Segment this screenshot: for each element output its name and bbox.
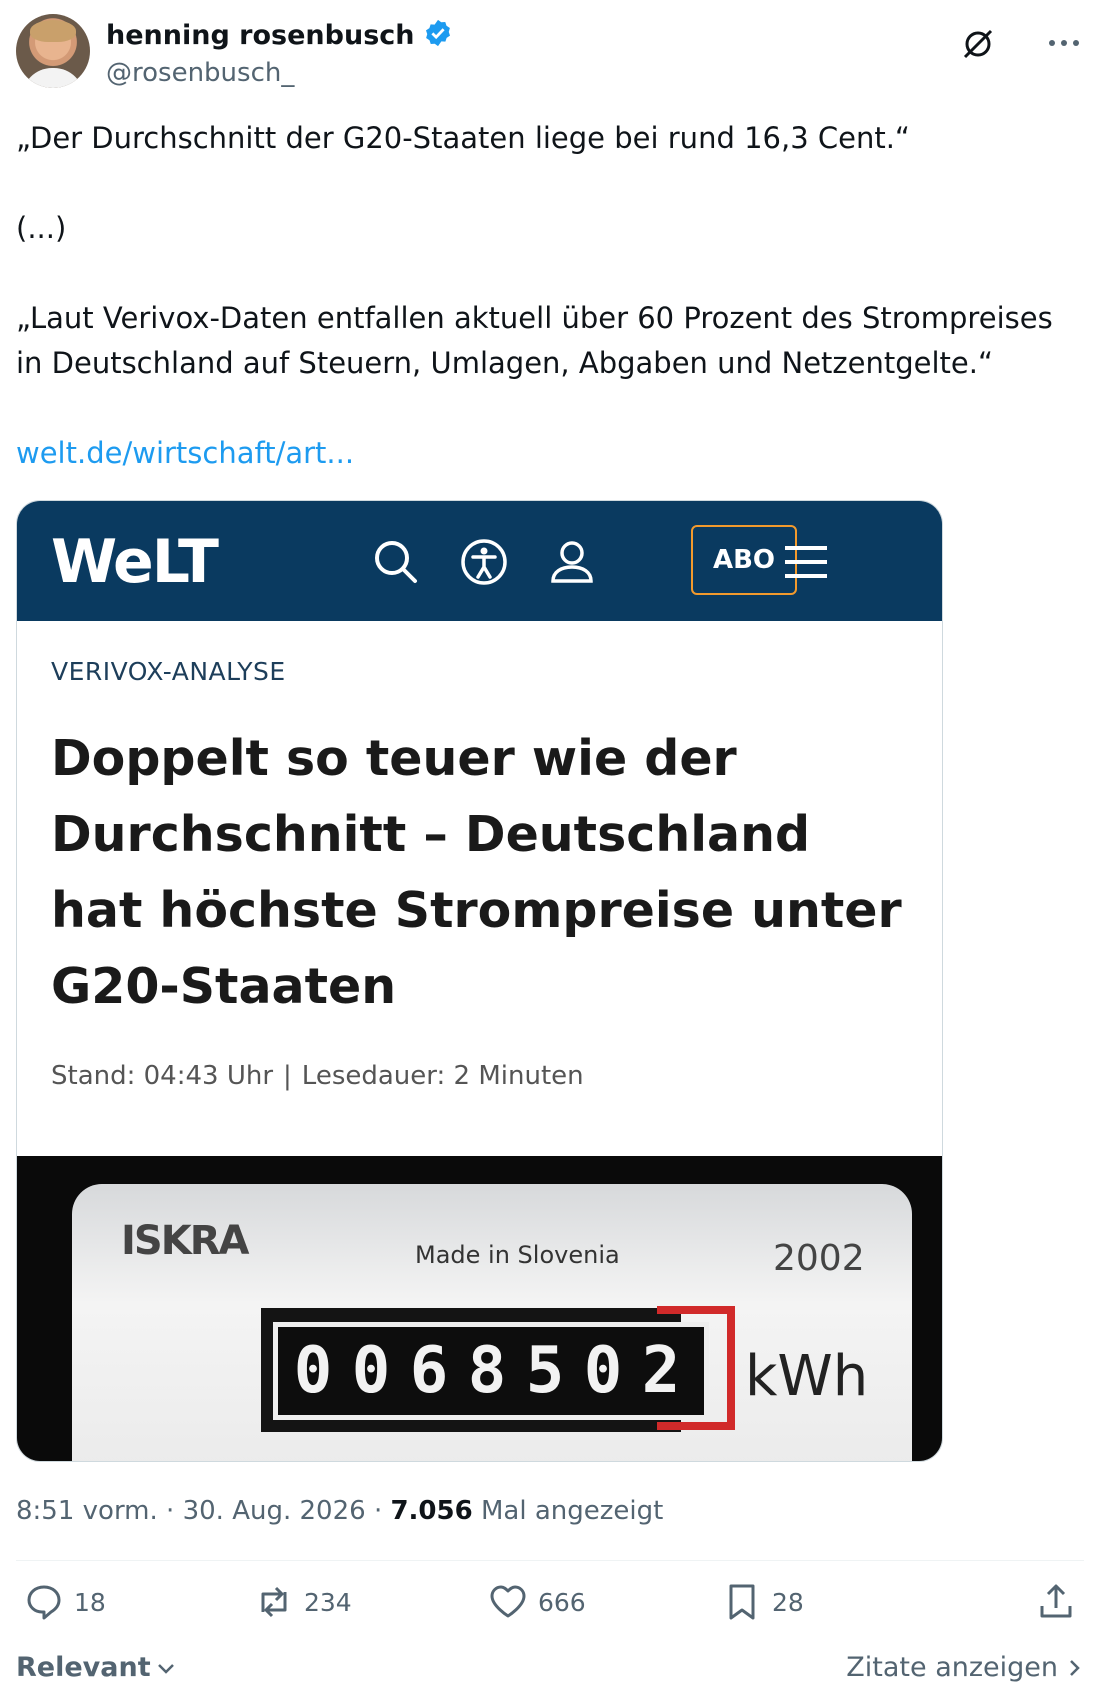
meta-dot: · bbox=[373, 1496, 383, 1526]
welt-logo: WeLT bbox=[51, 527, 219, 597]
share-icon bbox=[1040, 1584, 1072, 1618]
hamburger-menu-icon bbox=[779, 535, 833, 589]
meter-digit: 0 bbox=[293, 1334, 333, 1408]
more-options-icon[interactable] bbox=[1044, 28, 1084, 58]
share-button[interactable] bbox=[1036, 1582, 1076, 1622]
quotes-label: Zitate anzeigen bbox=[846, 1652, 1058, 1683]
sort-label: Relevant bbox=[16, 1652, 151, 1683]
like-button[interactable]: 666 bbox=[488, 1582, 586, 1622]
bookmark-count: 28 bbox=[772, 1587, 804, 1617]
user-account-icon bbox=[545, 535, 599, 589]
tweet-date[interactable]: 30. Aug. 2026 bbox=[183, 1496, 366, 1526]
tweet-paragraph-1: „Der Durchschnitt der G20-Staaten liege … bbox=[16, 121, 910, 155]
tweet-time[interactable]: 8:51 vorm. bbox=[16, 1496, 158, 1526]
chevron-down-icon bbox=[157, 1663, 174, 1674]
meter-digit: 0 bbox=[351, 1334, 391, 1408]
reply-icon bbox=[27, 1585, 61, 1620]
user-handle[interactable]: @rosenbusch_ bbox=[106, 58, 294, 88]
meta-dot: · bbox=[166, 1496, 175, 1526]
meter-unit: kWh bbox=[745, 1344, 869, 1409]
accessibility-icon bbox=[457, 535, 511, 589]
article-headline: Doppelt so teuer wie der Durchschnitt – … bbox=[51, 730, 902, 1015]
heart-icon bbox=[490, 1585, 526, 1618]
meter-digit: 5 bbox=[525, 1334, 565, 1408]
meter-digit: 6 bbox=[409, 1334, 449, 1408]
show-quotes-link[interactable]: Zitate anzeigen bbox=[846, 1652, 1084, 1683]
views-count: 7.056 bbox=[390, 1496, 473, 1526]
meter-year: 2002 bbox=[773, 1238, 865, 1279]
avatar[interactable] bbox=[16, 14, 90, 88]
meter-counter: 0 0 6 8 5 0 2 bbox=[273, 1322, 709, 1420]
grok-icon[interactable] bbox=[960, 26, 996, 62]
views-label: Mal angezeigt bbox=[480, 1496, 664, 1526]
meter-made-in: Made in Slovenia bbox=[415, 1241, 620, 1269]
tweet-paragraph-2: (...) bbox=[16, 211, 67, 245]
bookmark-button[interactable]: 28 bbox=[722, 1582, 804, 1622]
tweet-timestamp: 8:51 vorm. · 30. Aug. 2026 · 7.056 Mal a… bbox=[16, 1496, 663, 1526]
repost-count: 234 bbox=[304, 1587, 352, 1617]
meter-digit: 8 bbox=[467, 1334, 507, 1408]
article-meta: Stand: 04:43 Uhr | Lesedauer: 2 Minuten bbox=[51, 1061, 584, 1091]
repost-button[interactable]: 234 bbox=[254, 1582, 352, 1622]
reply-button[interactable]: 18 bbox=[24, 1582, 106, 1622]
display-name[interactable]: henning rosenbusch bbox=[106, 20, 415, 51]
welt-header-bar: WeLT ABO bbox=[17, 501, 942, 621]
article-stand: Stand: 04:43 Uhr bbox=[51, 1061, 274, 1091]
meta-separator: | bbox=[283, 1061, 292, 1091]
bookmark-icon bbox=[729, 1584, 755, 1620]
link-preview-card[interactable]: WeLT ABO VERIVOX-ANALYSE Doppelt so teue… bbox=[16, 500, 943, 1462]
verified-badge-icon[interactable] bbox=[423, 18, 453, 52]
avatar-shirt bbox=[22, 68, 84, 88]
tweet-header: henning rosenbusch @rosenbusch_ bbox=[16, 14, 1084, 90]
avatar-hair bbox=[30, 20, 76, 42]
article-photo: ISKRA Made in Slovenia 2002 0 0 6 8 5 0 … bbox=[17, 1156, 942, 1461]
meter-digit: 0 bbox=[583, 1334, 623, 1408]
reply-count: 18 bbox=[74, 1587, 106, 1617]
like-count: 666 bbox=[538, 1587, 586, 1617]
repost-icon bbox=[261, 1586, 287, 1618]
tweet-text: „Der Durchschnitt der G20-Staaten liege … bbox=[16, 116, 1084, 476]
tweet-paragraph-3: „Laut Verivox-Daten entfallen aktuell üb… bbox=[16, 301, 1062, 380]
article-kicker: VERIVOX-ANALYSE bbox=[51, 657, 286, 686]
sort-dropdown[interactable]: Relevant bbox=[16, 1652, 177, 1683]
meter-brand: ISKRA bbox=[121, 1218, 249, 1264]
meter-red-marker bbox=[657, 1306, 735, 1430]
chevron-right-icon bbox=[1070, 1659, 1080, 1676]
article-reading-time: Lesedauer: 2 Minuten bbox=[301, 1061, 584, 1091]
divider bbox=[16, 1560, 1084, 1561]
search-icon bbox=[369, 535, 423, 589]
name-row: henning rosenbusch bbox=[106, 18, 453, 52]
action-bar: 18 234 666 28 bbox=[16, 1582, 1084, 1642]
article-link[interactable]: welt.de/wirtschaft/art... bbox=[16, 436, 354, 470]
